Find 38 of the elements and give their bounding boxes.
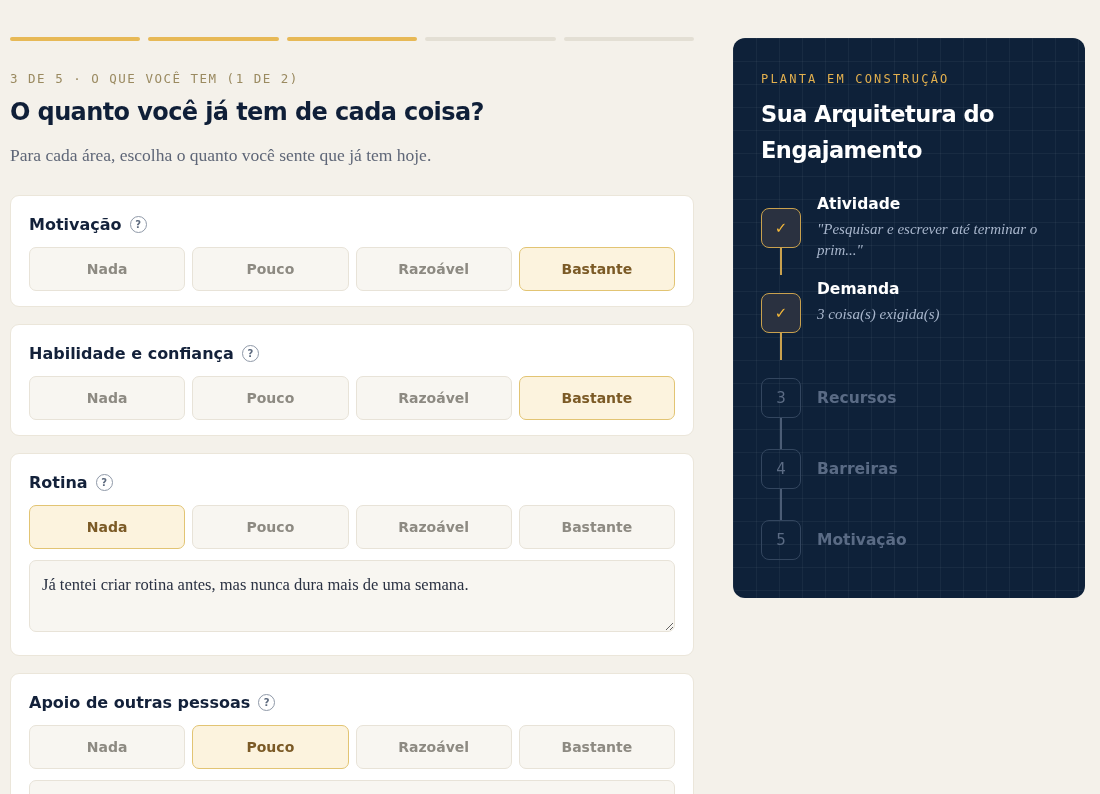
option-button[interactable]: Bastante <box>518 247 675 291</box>
step-title: Motivação <box>817 530 907 551</box>
option-button[interactable]: Pouco <box>192 725 349 769</box>
step-label: 3 DE 5 · O QUE VOCÊ TEM (1 DE 2) <box>10 71 300 86</box>
option-button[interactable]: Bastante <box>518 725 675 769</box>
step-title: Demanda <box>817 280 901 298</box>
page-heading: O quanto você já tem de cada coisa? <box>10 98 485 126</box>
step-title: Barreiras <box>817 459 898 480</box>
option-button[interactable]: Pouco <box>192 505 349 549</box>
intro-text: Para cada área, escolha o quanto você sente que já tem hoje. <box>10 145 433 166</box>
step-number: 4 <box>761 449 801 489</box>
option-button[interactable]: Bastante <box>518 376 675 420</box>
panel-label: PLANTA EM CONSTRUÇÃO <box>761 72 951 86</box>
area-title: Apoio de outras pessoas <box>29 693 251 712</box>
step-title: Atividade <box>817 195 902 213</box>
check-badge: ✓ <box>761 208 801 248</box>
option-button[interactable]: Razoável <box>355 505 512 549</box>
option-button[interactable]: Nada <box>29 376 186 420</box>
option-button[interactable]: Nada <box>29 725 186 769</box>
area-title: Rotina <box>29 473 88 492</box>
option-button[interactable]: Razoável <box>355 725 512 769</box>
step-number: 3 <box>761 378 801 418</box>
option-button[interactable]: Pouco <box>192 247 349 291</box>
step-detail: 3 coisa(s) exigida(s) <box>817 305 940 324</box>
area-title: Motivação <box>29 215 122 234</box>
step-number: 5 <box>761 520 801 560</box>
option-button[interactable]: Razoável <box>355 376 512 420</box>
option-button[interactable]: Nada <box>29 247 186 291</box>
check-badge: ✓ <box>761 293 801 333</box>
panel-title: Sua Arquitetura do Engajamento <box>761 100 996 165</box>
step-title: Recursos <box>817 388 897 409</box>
step-detail: "Pesquisar e escrever até terminar o prim..." <box>817 220 1039 260</box>
note-field[interactable]: Já tentei criar rotina antes, mas nunca dura mais de uma semana. <box>29 560 675 632</box>
option-button[interactable]: Bastante <box>518 505 675 549</box>
option-button[interactable]: Nada <box>29 505 186 549</box>
option-button[interactable]: Razoável <box>355 247 512 291</box>
area-title: Habilidade e confiança <box>29 344 234 363</box>
option-button[interactable]: Pouco <box>192 376 349 420</box>
